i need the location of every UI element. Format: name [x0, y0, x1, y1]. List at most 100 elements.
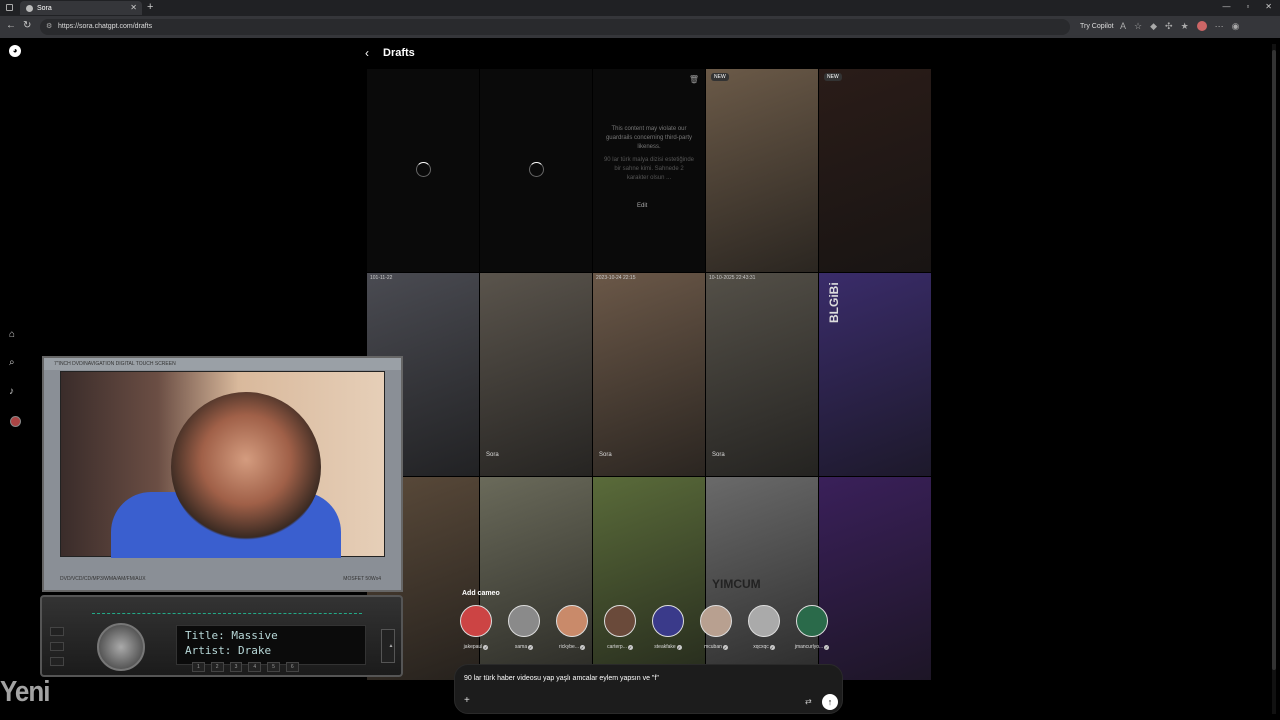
close-tab-icon[interactable]: ✕ — [130, 3, 137, 12]
draft-video-tile[interactable]: 10-10-2025 22:43:31 Sora — [706, 273, 818, 476]
cameo-option[interactable]: jmancurlyo... ✓ — [795, 605, 830, 650]
cameo-name-row: jmancurlyo... ✓ — [795, 644, 830, 650]
webcam-overlay: 7"INCH DVD/NAVIGATION DIGITAL TOUCH SCRE… — [42, 356, 403, 592]
sora-watermark: Sora — [486, 452, 499, 458]
copilot-button[interactable]: Try Copilot — [1080, 23, 1114, 30]
verified-check-icon: ✓ — [676, 644, 682, 650]
cameo-name-row: rickybe... ✓ — [559, 644, 585, 650]
minimize-icon[interactable]: — — [1222, 2, 1230, 11]
cameo-avatar — [748, 605, 780, 637]
radio-button — [50, 627, 64, 636]
sora-watermark: Sora — [712, 452, 725, 458]
webcam-frame-header: 7"INCH DVD/NAVIGATION DIGITAL TOUCH SCRE… — [44, 358, 401, 370]
video-timestamp: 2023-10-24 22:15 — [596, 275, 636, 281]
cameo-avatar — [556, 605, 588, 637]
draft-video-tile[interactable]: Sora — [480, 273, 592, 476]
webcam-frame-footer-left: DVD/VCD/CD/MP3/WMA/AM/FM/AUX — [60, 576, 146, 582]
prompt-composer[interactable]: 90 lar türk haber videosu yap yaşlı amca… — [454, 664, 843, 714]
warning-text: This content may violate our guardrails … — [605, 126, 693, 150]
back-icon[interactable]: ← — [6, 20, 16, 31]
site-info-icon[interactable]: ⚙ — [46, 19, 52, 35]
draft-video-tile[interactable]: NEW — [706, 69, 818, 272]
cameo-avatar — [700, 605, 732, 637]
radio-preset-buttons: 1 2 3 4 5 6 — [192, 662, 299, 672]
draft-loading-tile[interactable] — [367, 69, 479, 272]
search-icon[interactable]: ⌕ — [9, 357, 15, 368]
sora-logo-icon[interactable]: ◕ — [9, 45, 21, 57]
cameo-option[interactable]: xqcxqc ✓ — [748, 605, 780, 650]
cameo-option[interactable]: carterp... ✓ — [604, 605, 636, 650]
url-field[interactable]: ⚙ https://sora.chatgpt.com/drafts — [40, 19, 1070, 35]
notifications-icon[interactable]: ♪ — [9, 386, 14, 397]
prompt-input[interactable]: 90 lar türk haber videosu yap yaşlı amca… — [464, 675, 659, 682]
close-window-icon[interactable]: ✕ — [1265, 2, 1272, 11]
cameo-option[interactable]: mcuban ✓ — [700, 605, 732, 650]
webcam-video — [60, 371, 385, 558]
favorites-icon[interactable]: ★ — [1181, 21, 1189, 32]
draft-loading-tile[interactable] — [480, 69, 592, 272]
new-badge: NEW — [824, 73, 842, 81]
tab-title: Sora — [37, 4, 52, 12]
now-playing-artist: Artist: Drake — [185, 644, 272, 657]
now-playing-title: Title: Massive — [185, 629, 278, 642]
maximize-icon[interactable]: ▫ — [1246, 2, 1249, 11]
verified-check-icon: ✓ — [824, 644, 830, 650]
cameo-name-row: steakfake ✓ — [654, 644, 682, 650]
tab-actions-icon[interactable] — [6, 4, 13, 11]
reload-icon[interactable]: ↻ — [23, 20, 31, 31]
cameo-name-row: mcuban ✓ — [704, 644, 728, 650]
cameo-avatar — [796, 605, 828, 637]
add-attachment-button[interactable]: + — [464, 695, 470, 706]
settings-sliders-icon[interactable]: ⇄ — [805, 697, 812, 706]
verified-check-icon: ✓ — [769, 644, 775, 650]
radio-button — [50, 642, 64, 651]
back-chevron-icon[interactable]: ‹ — [365, 46, 369, 60]
extension-icon[interactable]: ◆ — [1150, 21, 1157, 32]
sora-watermark: Sora — [599, 452, 612, 458]
cameo-name: xqcxqc — [753, 644, 769, 650]
preset-button: 5 — [267, 662, 280, 672]
verified-check-icon: ✓ — [483, 644, 489, 650]
favorite-star-icon[interactable]: ☆ — [1134, 21, 1142, 32]
car-radio-overlay: Title: Massive Artist: Drake 1 2 3 4 5 6… — [40, 595, 403, 677]
add-cameo-label: Add cameo — [462, 590, 500, 597]
delete-icon[interactable]: 🗑 — [689, 75, 699, 84]
draft-video-tile[interactable]: NEW — [819, 69, 931, 272]
copilot-icon[interactable]: ◉ — [1232, 21, 1240, 32]
scrollbar-thumb[interactable] — [1272, 50, 1276, 670]
browser-tab-sora[interactable]: Sora ✕ — [20, 1, 142, 15]
cameo-name: carterp... — [607, 644, 627, 650]
preset-button: 6 — [285, 662, 299, 672]
radio-side-buttons — [50, 627, 64, 666]
radio-volume-knob — [97, 623, 145, 671]
more-menu-icon[interactable]: ⋯ — [1215, 21, 1224, 32]
verified-check-icon: ✓ — [627, 644, 633, 650]
send-button[interactable]: ↑ — [822, 694, 838, 710]
stream-watermark: Yeni — [0, 674, 50, 708]
radio-eq-bar — [92, 608, 362, 614]
draft-blocked-tile[interactable]: 🗑 This content may violate our guardrails… — [593, 69, 705, 272]
user-avatar[interactable] — [10, 416, 21, 427]
draft-video-tile[interactable]: BLGiBi — [819, 273, 931, 476]
cameo-name: rickybe... — [558, 644, 579, 650]
profile-avatar[interactable] — [1196, 21, 1207, 31]
puzzle-icon[interactable]: ✣ — [1165, 21, 1173, 32]
cameo-option[interactable]: rickybe... ✓ — [556, 605, 588, 650]
cameo-name: sama — [514, 644, 528, 650]
edit-button[interactable]: Edit — [637, 203, 647, 209]
extension-icons: A ☆ ◆ ✣ ★ ⋯ ◉ — [1120, 21, 1240, 32]
cameo-name-row: sama ✓ — [514, 644, 534, 650]
new-tab-icon[interactable]: + — [147, 1, 153, 13]
webcam-frame-footer-right: MOSFET 50Wx4 — [343, 576, 381, 582]
radio-button — [50, 657, 64, 666]
video-timestamp: 10-10-2025 22:43:31 — [709, 275, 756, 281]
home-icon[interactable]: ⌂ — [9, 329, 15, 340]
cameo-option[interactable]: steakfake ✓ — [652, 605, 684, 650]
cameo-picker: Add cameo jakepaul ✓ sama ✓ rickybe... ✓ carte… — [454, 585, 844, 655]
draft-video-tile[interactable]: 2023-10-24 22:15 Sora — [593, 273, 705, 476]
window-controls: — ▫ ✕ — [1222, 2, 1272, 11]
read-aloud-icon[interactable]: A — [1120, 21, 1126, 32]
page-title: Drafts — [383, 47, 415, 59]
cameo-option[interactable]: jakepaul ✓ — [460, 605, 492, 650]
cameo-option[interactable]: sama ✓ — [508, 605, 540, 650]
